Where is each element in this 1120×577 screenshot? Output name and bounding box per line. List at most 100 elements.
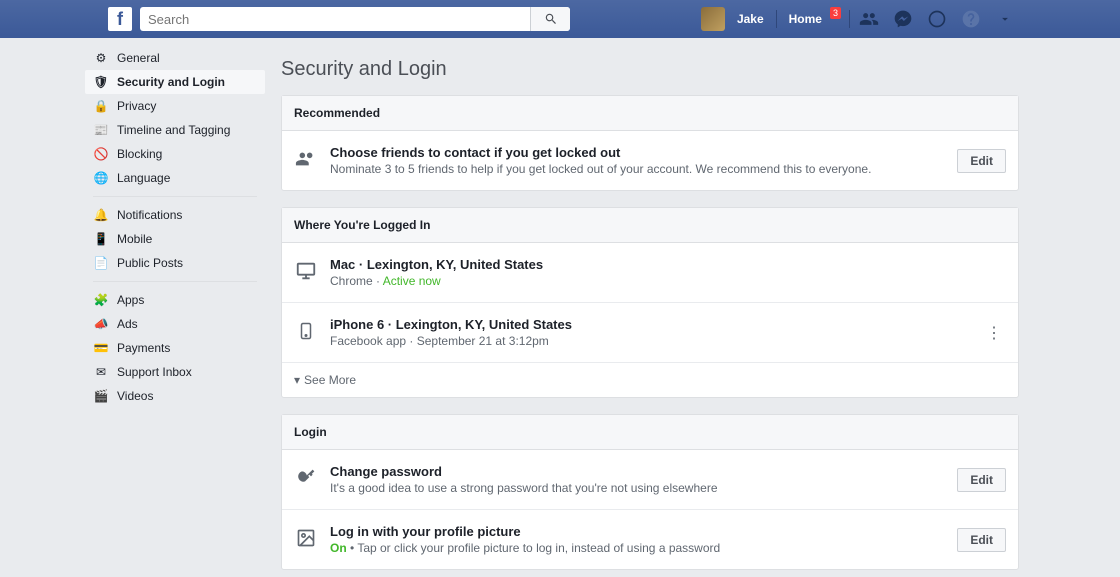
- sidebar-item-label: Mobile: [117, 232, 152, 246]
- account-menu-icon[interactable]: [994, 8, 1016, 30]
- edit-button[interactable]: Edit: [957, 468, 1006, 492]
- sidebar-item-mobile[interactable]: 📱 Mobile: [85, 227, 265, 251]
- active-now-label: Active now: [383, 274, 441, 288]
- sidebar-item-label: Ads: [117, 317, 138, 331]
- sidebar-item-label: Videos: [117, 389, 153, 403]
- session-sub-prefix: Chrome ·: [330, 274, 383, 288]
- sidebar-item-icon: 📣: [93, 316, 109, 332]
- sidebar-item-icon: 💳: [93, 340, 109, 356]
- avatar[interactable]: [701, 7, 725, 31]
- help-icon[interactable]: [960, 8, 982, 30]
- friends-icon: [294, 147, 318, 171]
- row-title: Log in with your profile picture: [330, 524, 945, 539]
- session-row: Mac · Lexington, KY, United States Chrom…: [282, 243, 1018, 303]
- row-subtitle: It's a good idea to use a strong passwor…: [330, 481, 945, 495]
- session-title: Mac · Lexington, KY, United States: [330, 257, 1006, 272]
- nav-divider: [776, 10, 777, 28]
- see-more-button[interactable]: ▾ See More: [282, 363, 1018, 397]
- section-header: Where You're Logged In: [282, 208, 1018, 243]
- sidebar-item-icon: 🛡: [93, 74, 109, 90]
- home-link[interactable]: Home: [781, 12, 830, 26]
- picture-icon: [294, 526, 318, 550]
- sidebar-item-icon: ✉: [93, 364, 109, 380]
- sidebar-item-videos[interactable]: 🎬 Videos: [85, 384, 265, 408]
- sidebar-item-ads[interactable]: 📣 Ads: [85, 312, 265, 336]
- sidebar-item-label: Privacy: [117, 99, 156, 113]
- row-subtitle: On • Tap or click your profile picture t…: [330, 541, 945, 555]
- sidebar-item-label: Public Posts: [117, 256, 183, 270]
- sidebar-item-label: Apps: [117, 293, 144, 307]
- sidebar-item-label: Timeline and Tagging: [117, 123, 230, 137]
- home-label: Home: [789, 12, 822, 26]
- row-sub-rest: • Tap or click your profile picture to l…: [347, 541, 721, 555]
- chevron-down-icon: ▾: [294, 373, 300, 387]
- phone-icon: [294, 319, 318, 343]
- on-status: On: [330, 541, 347, 555]
- notifications-icon[interactable]: [926, 8, 948, 30]
- home-badge: 3: [830, 7, 841, 19]
- profile-picture-login-row: Log in with your profile picture On • Ta…: [282, 510, 1018, 569]
- sidebar-item-icon: 📱: [93, 231, 109, 247]
- settings-sidebar: ⚙ General 🛡 Security and Login 🔒 Privacy 📰 Time…: [85, 38, 265, 577]
- sidebar-item-icon: 📰: [93, 122, 109, 138]
- main-content: Security and Login Recommended Choose fr…: [265, 38, 1035, 577]
- sidebar-item-general[interactable]: ⚙ General: [85, 46, 265, 70]
- sidebar-item-privacy[interactable]: 🔒 Privacy: [85, 94, 265, 118]
- sidebar-item-label: Blocking: [117, 147, 162, 161]
- sidebar-item-icon: 🔒: [93, 98, 109, 114]
- sidebar-item-icon: 🚫: [93, 146, 109, 162]
- section-header: Recommended: [282, 96, 1018, 131]
- sidebar-item-label: Security and Login: [117, 75, 225, 89]
- session-subtitle: Chrome · Active now: [330, 274, 1006, 288]
- sidebar-item-label: Support Inbox: [117, 365, 192, 379]
- sidebar-item-notifications[interactable]: 🔔 Notifications: [85, 203, 265, 227]
- sidebar-item-icon: ⚙: [93, 50, 109, 66]
- session-subtitle: Facebook app · September 21 at 3:12pm: [330, 334, 1006, 348]
- sidebar-item-icon: 🌐: [93, 170, 109, 186]
- desktop-icon: [294, 259, 318, 283]
- nav-divider-2: [849, 10, 850, 28]
- sidebar-item-label: Notifications: [117, 208, 182, 222]
- friend-requests-icon[interactable]: [858, 8, 880, 30]
- sidebar-item-icon: 📄: [93, 255, 109, 271]
- sidebar-item-payments[interactable]: 💳Payments: [85, 336, 265, 360]
- sidebar-item-security-and-login[interactable]: 🛡 Security and Login: [85, 70, 265, 94]
- row-title: Choose friends to contact if you get loc…: [330, 145, 945, 160]
- sidebar-item-timeline-and-tagging[interactable]: 📰 Timeline and Tagging: [85, 118, 265, 142]
- row-title: Change password: [330, 464, 945, 479]
- search-button[interactable]: [530, 7, 570, 31]
- sidebar-item-icon: 🔔: [93, 207, 109, 223]
- sidebar-item-label: Language: [117, 171, 170, 185]
- login-section: Login Change password It's a good idea t…: [281, 414, 1019, 570]
- sidebar-item-blocking[interactable]: 🚫 Blocking: [85, 142, 265, 166]
- section-header: Login: [282, 415, 1018, 450]
- sidebar-item-language[interactable]: 🌐 Language: [85, 166, 265, 190]
- messenger-icon[interactable]: [892, 8, 914, 30]
- page-title: Security and Login: [281, 58, 1019, 81]
- top-bar: f Jake Home 3: [0, 0, 1120, 38]
- facebook-logo[interactable]: f: [108, 7, 132, 31]
- user-link[interactable]: Jake: [729, 12, 772, 26]
- edit-button[interactable]: Edit: [957, 528, 1006, 552]
- change-password-row: Change password It's a good idea to use …: [282, 450, 1018, 510]
- sidebar-item-icon: 🎬: [93, 388, 109, 404]
- row-subtitle: Nominate 3 to 5 friends to help if you g…: [330, 162, 945, 176]
- topbar-right: Jake Home 3: [701, 0, 1020, 38]
- session-more-button[interactable]: ⋮: [982, 319, 1006, 347]
- session-row: iPhone 6 · Lexington, KY, United States …: [282, 303, 1018, 363]
- edit-button[interactable]: Edit: [957, 149, 1006, 173]
- sidebar-item-public-posts[interactable]: 📄 Public Posts: [85, 251, 265, 275]
- search-container: [140, 7, 570, 31]
- sidebar-item-apps[interactable]: 🧩 Apps: [85, 288, 265, 312]
- recommended-row: Choose friends to contact if you get loc…: [282, 131, 1018, 190]
- where-logged-in-section: Where You're Logged In Mac · Lexington, …: [281, 207, 1019, 398]
- sidebar-item-label: General: [117, 51, 160, 65]
- key-icon: [294, 466, 318, 490]
- sidebar-item-icon: 🧩: [93, 292, 109, 308]
- sidebar-divider: [93, 196, 257, 197]
- sidebar-divider: [93, 281, 257, 282]
- sidebar-item-support-inbox[interactable]: ✉ Support Inbox: [85, 360, 265, 384]
- search-input[interactable]: [140, 12, 530, 27]
- search-icon: [544, 12, 558, 26]
- see-more-label: See More: [304, 373, 356, 387]
